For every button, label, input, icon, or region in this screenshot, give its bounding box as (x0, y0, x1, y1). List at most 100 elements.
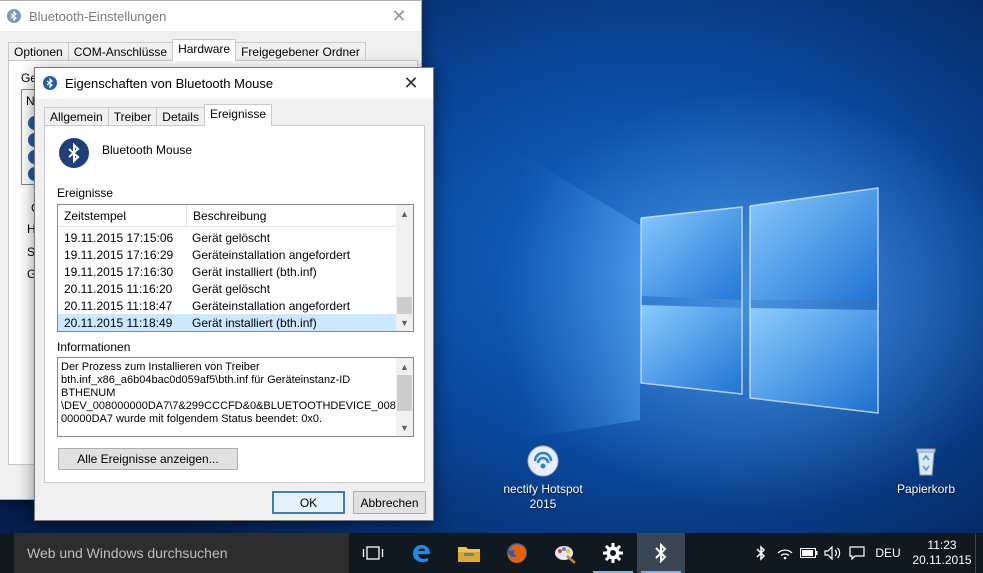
close-icon[interactable]: ✕ (389, 68, 433, 98)
tab-freigegebener-ordner[interactable]: Freigegebener Ordner (235, 42, 366, 61)
ok-button[interactable]: OK (272, 491, 345, 514)
dialog-titlebar[interactable]: Eigenschaften von Bluetooth Mouse ✕ (35, 68, 433, 98)
recycle-bin-icon (909, 444, 943, 478)
information-scrollbar[interactable]: ▲ ▼ (396, 358, 413, 436)
desktop-icon-label: Papierkorb (896, 482, 956, 496)
search-placeholder: Web und Windows durchsuchen (27, 545, 228, 561)
bluetooth-icon (43, 76, 57, 90)
tray-bluetooth[interactable] (749, 533, 773, 573)
firefox-icon (507, 543, 527, 563)
event-time: 19.11.2015 17:16:29 (64, 247, 174, 262)
info-line: \DEV_008000000DA7\7&299CCCFD&0&BLUETOOTH… (61, 400, 397, 412)
taskbar: Web und Windows durchsuchen DEU 11:23 20… (0, 533, 983, 573)
battery-icon (800, 548, 818, 558)
desktop-icon-recycle-bin[interactable]: Papierkorb (881, 444, 971, 497)
events-list-header: Zeitstempel Beschreibung (58, 205, 398, 227)
event-desc: Gerät installiert (bth.inf) (192, 264, 317, 279)
event-row[interactable]: 19.11.2015 17:16:30 Gerät installiert (b… (58, 263, 398, 280)
scroll-up-icon[interactable]: ▲ (396, 205, 413, 222)
information-textbox[interactable]: Der Prozess zum Installieren von Treiber… (57, 357, 414, 437)
info-line: bth.inf_x86_a6b04bac0d059af5\bth.inf für… (61, 374, 351, 386)
file-explorer-icon (458, 547, 480, 562)
tab-optionen[interactable]: Optionen (8, 42, 69, 61)
scroll-down-icon[interactable]: ▼ (396, 314, 413, 331)
scrollbar-thumb[interactable] (397, 375, 412, 411)
info-line: 00000DA7 wurde mit folgendem Status been… (61, 413, 323, 425)
information-label: Informationen (57, 340, 131, 354)
language-indicator[interactable]: DEU (873, 533, 903, 573)
tab-strip: Optionen COM-Anschlüsse Hardware Freigeg… (8, 39, 366, 61)
bluetooth-mouse-properties-dialog: Eigenschaften von Bluetooth Mouse ✕ Allg… (34, 67, 434, 521)
tray-wifi[interactable] (773, 533, 797, 573)
event-time: 19.11.2015 17:16:30 (64, 264, 174, 279)
events-rows: 19.11.2015 17:15:06 Gerät gelöscht 19.11… (58, 229, 398, 331)
event-time: 19.11.2015 17:15:06 (64, 230, 174, 245)
task-view-icon (362, 546, 384, 560)
events-list[interactable]: Zeitstempel Beschreibung 19.11.2015 17:1… (57, 204, 414, 332)
tab-treiber[interactable]: Treiber (107, 107, 158, 126)
tab-ereignisse[interactable]: Ereignisse (203, 104, 272, 126)
bluetooth-icon (7, 9, 21, 23)
event-desc: Geräteinstallation angefordert (192, 247, 351, 262)
notification-icon (849, 546, 865, 560)
event-time: 20.11.2015 11:18:49 (64, 315, 173, 330)
window-titlebar[interactable]: Bluetooth-Einstellungen ✕ (0, 1, 421, 31)
tray-notifications[interactable] (845, 533, 869, 573)
cancel-button[interactable]: Abbrechen (353, 491, 426, 514)
connectify-hotspot-icon (526, 444, 560, 478)
wifi-icon (777, 549, 793, 560)
close-icon[interactable]: ✕ (377, 1, 421, 31)
show-desktop-button[interactable] (975, 533, 983, 573)
tray-volume[interactable] (821, 533, 845, 573)
scroll-up-icon[interactable]: ▲ (396, 358, 413, 375)
edge-icon (413, 544, 430, 563)
clock-date: 20.11.2015 (912, 553, 972, 567)
window-title: Bluetooth-Einstellungen (29, 8, 167, 24)
taskbar-bluetooth[interactable] (637, 533, 685, 573)
desktop-icon-label: nectify Hotspot 2015 (503, 482, 583, 511)
bluetooth-icon (756, 545, 766, 561)
scrollbar-thumb[interactable] (397, 297, 412, 314)
events-scrollbar[interactable]: ▲ ▼ (396, 205, 413, 331)
events-label: Ereignisse (57, 186, 114, 200)
scroll-down-icon[interactable]: ▼ (396, 419, 413, 436)
clock-time: 11:23 (927, 538, 957, 552)
paint-icon (555, 546, 576, 564)
task-view-button[interactable] (349, 533, 397, 573)
dialog-tab-strip: Allgemein Treiber Details Ereignisse (44, 104, 272, 126)
event-row[interactable]: 19.11.2015 17:16:29 Geräteinstallation a… (58, 246, 398, 263)
column-header-timestamp[interactable]: Zeitstempel (58, 205, 187, 227)
show-all-events-button[interactable]: Alle Ereignisse anzeigen... (58, 448, 238, 470)
event-row[interactable]: 20.11.2015 11:16:20 Gerät gelöscht (58, 280, 398, 297)
search-box[interactable]: Web und Windows durchsuchen (14, 533, 349, 573)
taskbar-file-explorer[interactable] (445, 533, 493, 573)
event-row[interactable]: 19.11.2015 17:15:06 Gerät gelöscht (58, 229, 398, 246)
event-row-selected[interactable]: 20.11.2015 11:18:49 Gerät installiert (b… (58, 314, 398, 331)
desktop-icon-connectify[interactable]: nectify Hotspot 2015 (498, 444, 588, 512)
event-desc: Geräteinstallation angefordert (192, 298, 351, 313)
information-text: Der Prozess zum Installieren von Treiber… (61, 361, 397, 426)
event-desc: Gerät gelöscht (192, 230, 271, 245)
event-desc: Gerät installiert (bth.inf) (192, 315, 317, 330)
dialog-title: Eigenschaften von Bluetooth Mouse (65, 75, 274, 91)
event-desc: Gerät gelöscht (192, 281, 271, 296)
tab-allgemein[interactable]: Allgemein (44, 107, 109, 126)
event-time: 20.11.2015 11:18:47 (64, 298, 173, 313)
tab-hardware[interactable]: Hardware (172, 39, 237, 61)
taskbar-settings[interactable] (589, 533, 637, 573)
clock[interactable]: 11:23 20.11.2015 (909, 538, 975, 568)
device-name: Bluetooth Mouse (102, 143, 193, 157)
tab-details[interactable]: Details (156, 107, 205, 126)
bluetooth-icon (655, 542, 667, 564)
event-row[interactable]: 20.11.2015 11:18:47 Geräteinstallation a… (58, 297, 398, 314)
column-header-description[interactable]: Beschreibung (187, 205, 266, 227)
events-tab-page: Bluetooth Mouse Ereignisse Zeitstempel B… (44, 125, 425, 483)
taskbar-paint[interactable] (541, 533, 589, 573)
volume-icon (824, 546, 841, 560)
settings-icon (603, 543, 623, 563)
taskbar-edge[interactable] (397, 533, 445, 573)
event-time: 20.11.2015 11:16:20 (64, 281, 173, 296)
tray-battery[interactable] (797, 533, 821, 573)
taskbar-firefox[interactable] (493, 533, 541, 573)
tab-com-anschluesse[interactable]: COM-Anschlüsse (67, 42, 174, 61)
